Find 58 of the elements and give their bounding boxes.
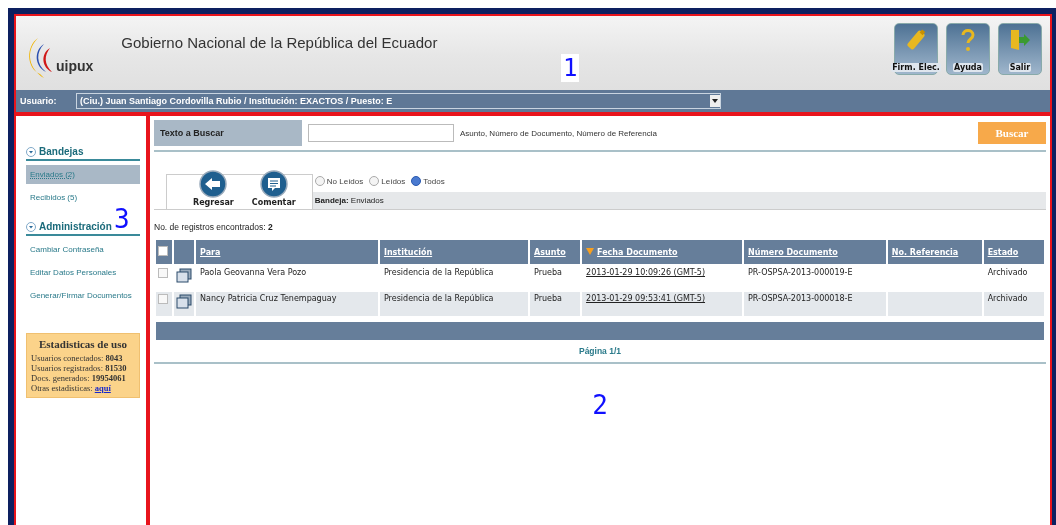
action-button[interactable]: Regresar xyxy=(193,170,234,209)
header-button[interactable]: Ayuda xyxy=(946,23,990,75)
question-mark-icon xyxy=(961,28,975,52)
select-all-checkbox[interactable] xyxy=(158,246,168,256)
documents-icon xyxy=(176,268,192,284)
date-link[interactable]: 2013-01-29 10:09:26 (GMT-5) xyxy=(586,268,706,277)
tray-label: Bandeja: Enviados xyxy=(314,196,384,205)
column-header[interactable]: Estado xyxy=(983,240,1044,264)
table-cell-text: Paola Geovanna Vera Pozo xyxy=(199,267,308,279)
stats-line: Usuarios registrados: 81530 xyxy=(31,363,128,373)
filter-radio[interactable]: Leídos xyxy=(369,176,406,186)
expand-icon xyxy=(26,221,36,232)
exit-door-icon xyxy=(1009,28,1031,52)
page-indicator: Página 1/1 xyxy=(578,346,622,356)
row-checkbox[interactable] xyxy=(158,294,168,304)
caret-icon xyxy=(710,95,720,107)
sidebar-item[interactable]: Generar/Firmar Documentos xyxy=(26,286,140,305)
stats-title: Estadisticas de uso xyxy=(38,338,128,350)
column-header[interactable]: Para xyxy=(196,240,378,264)
user-select[interactable]: (Ciu.) Juan Santiago Cordovilla Rubio / Institución: EXACTOS / Puesto: E xyxy=(76,93,721,109)
action-button[interactable]: Comentar xyxy=(251,170,296,209)
column-header[interactable]: Asunto xyxy=(530,240,581,264)
comment-icon xyxy=(259,170,288,198)
column-header[interactable]: No. Referencia xyxy=(887,240,982,264)
table-cell-text: Presidencia de la República xyxy=(382,267,495,279)
column-header[interactable]: Fecha Documento xyxy=(582,240,743,264)
search-label: Texto a Buscar xyxy=(154,120,302,146)
search-field[interactable] xyxy=(308,124,454,142)
filter-radio[interactable]: No Leídos xyxy=(314,176,364,186)
table-cell-text: PR-OSPSA-2013-000019-E xyxy=(747,267,854,279)
stats-link[interactable]: aquí xyxy=(94,383,111,393)
header-button[interactable]: Salir xyxy=(998,23,1042,75)
user-label: Usuario: xyxy=(20,96,58,106)
section-header[interactable]: Bandejas xyxy=(26,142,140,161)
table-cell-text: Prueba xyxy=(533,267,563,279)
stats-label: Otras estadisticas: xyxy=(31,383,93,393)
table-cell: Prueba xyxy=(530,292,581,316)
row-checkbox[interactable] xyxy=(158,268,168,278)
search-hint: Asunto, Número de Documento, Número de Referencia xyxy=(460,128,657,138)
stats-line: Usuarios conectados: 8043 xyxy=(31,353,124,363)
sidebar-item[interactable]: Recibidos (5) xyxy=(26,188,140,207)
table-cell-text: Archivado xyxy=(986,267,1029,279)
records-count: No. de registros encontrados: 2 xyxy=(154,222,274,232)
column-header[interactable]: Número Documento xyxy=(744,240,886,264)
annotation-number: 1 xyxy=(561,54,580,82)
sidebar-item[interactable]: Editar Datos Personales xyxy=(26,263,140,282)
table-cell: Nancy Patricia Cruz Tenempaguay xyxy=(196,292,378,316)
stats-line: Docs. generados: 19954061 xyxy=(31,373,127,383)
site-title: Gobierno Nacional de la República del Ecuador xyxy=(121,33,438,51)
filter-radio[interactable]: Todos xyxy=(411,176,445,186)
expand-icon xyxy=(26,146,36,157)
table-cell: Presidencia de la República xyxy=(379,292,529,316)
table-cell: Archivado xyxy=(983,292,1044,316)
header-button[interactable]: Firm. Elec. xyxy=(894,23,938,75)
table-cell: PR-OSPSA-2013-000018-E xyxy=(744,292,886,316)
column-header[interactable]: Institución xyxy=(379,240,529,264)
logo-text: uipux xyxy=(56,58,94,74)
sidebar-item[interactable]: Cambiar Contraseña xyxy=(26,240,140,259)
